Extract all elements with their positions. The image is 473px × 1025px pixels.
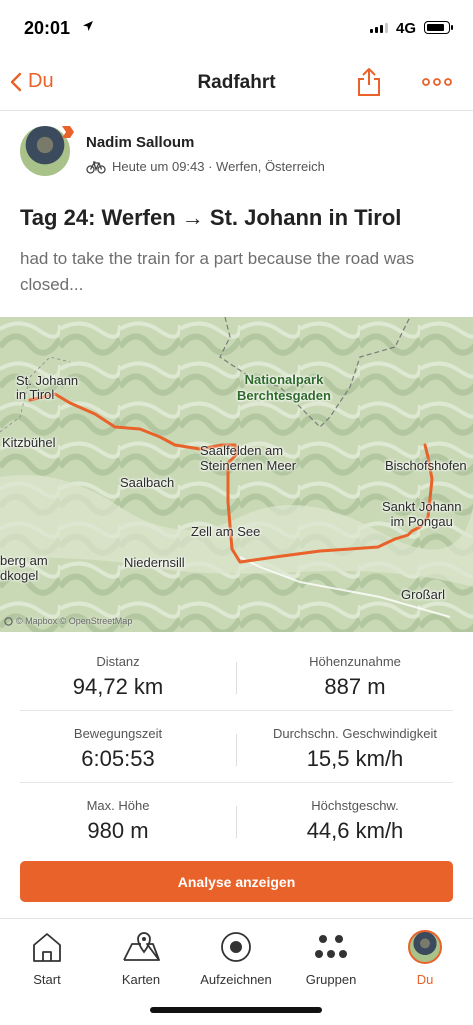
network-type: 4G (396, 20, 417, 37)
tab-label: Aufzeichnen (200, 972, 272, 987)
tab-start[interactable]: Start (0, 927, 94, 987)
location-arrow-icon (83, 21, 93, 31)
map-attribution[interactable]: © Mapbox © OpenStreetMap (4, 616, 132, 626)
tab-label: Du (416, 972, 434, 987)
map-attribution-text: © Mapbox © OpenStreetMap (16, 616, 133, 626)
stat-avg-speed: Durchschn. Geschwindigkeit 15,5 km/h (237, 726, 473, 772)
avatar[interactable] (20, 126, 74, 176)
tab-du[interactable]: Du (378, 927, 472, 987)
map-label-niedernsill: Niedernsill (124, 555, 185, 570)
record-icon (221, 932, 251, 962)
divider (20, 782, 453, 783)
status-bar: 20:01 4G (0, 0, 473, 56)
home-indicator (150, 1007, 322, 1013)
athlete-name[interactable]: Nadim Salloum (86, 134, 194, 151)
groups-icon (315, 935, 347, 958)
stat-moving-time: Bewegungszeit 6:05:53 (0, 726, 236, 772)
strava-badge-icon (62, 126, 74, 138)
map-label-saalfelden: Saalfelden am Steinernen Meer (200, 443, 297, 473)
stat-value: 6:05:53 (81, 746, 155, 771)
bike-icon (86, 160, 106, 174)
map-icon (123, 932, 160, 961)
tab-label: Karten (121, 972, 161, 987)
map-terrain (0, 317, 473, 632)
nav-bar: Du Radfahrt (0, 56, 473, 111)
page-title: Radfahrt (197, 72, 276, 93)
map-label-zell-am-see: Zell am See (191, 524, 261, 539)
signal-icon (370, 23, 388, 33)
stat-value: 15,5 km/h (306, 746, 404, 771)
activity-description: had to take the train for a part because… (20, 249, 415, 294)
athlete-header: Nadim Salloum Heute um 09:43 · Werfen, Ö… (20, 126, 460, 186)
home-icon (33, 933, 61, 962)
tab-label: Start (33, 972, 61, 987)
map-label-kitzbuehel: Kitzbühel (2, 435, 56, 450)
divider (20, 710, 453, 711)
activity-title: Tag 24: Werfen → St. Johann in Tirol (20, 205, 402, 230)
map-label-sankt-johann-pongau: Sankt Johann im Pongau (382, 499, 462, 529)
map-label-nationalpark: Nationalpark Berchtesgaden (237, 372, 331, 403)
tab-label: Gruppen (305, 972, 357, 987)
stat-max-speed: Höchstgeschw. 44,6 km/h (237, 798, 473, 844)
avatar-icon (408, 930, 442, 964)
stat-label: Durchschn. Geschwindigkeit (272, 726, 438, 741)
stat-label: Höhenzunahme (309, 654, 401, 669)
activity-meta-text: Heute um 09:43 · Werfen, Österreich (112, 159, 325, 174)
mapbox-logo-icon (4, 616, 13, 626)
analyze-button[interactable]: Analyse anzeigen (20, 861, 453, 902)
map-label-st-johann-tirol: St. Johann in Tirol (16, 373, 79, 402)
map-label-bischofshofen: Bischofshofen (385, 458, 467, 473)
stat-max-elevation: Max. Höhe 980 m (0, 798, 236, 844)
route-map[interactable]: St. Johann in Tirol Kitzbühel Nationalpar… (0, 317, 473, 632)
stat-label: Bewegungszeit (73, 726, 163, 741)
stat-value: 44,6 km/h (306, 818, 404, 843)
stat-value: 94,72 km (72, 674, 164, 699)
tab-gruppen[interactable]: Gruppen (284, 927, 378, 987)
stat-distance: Distanz 94,72 km (0, 654, 236, 700)
map-label-saalbach: Saalbach (120, 475, 175, 490)
battery-icon (424, 21, 453, 34)
activity-meta: Heute um 09:43 · Werfen, Österreich (86, 159, 325, 174)
share-icon[interactable] (356, 67, 382, 97)
stat-label: Höchstgeschw. (311, 798, 399, 813)
stat-elevation-gain: Höhenzunahme 887 m (237, 654, 473, 700)
stat-value: 887 m (324, 674, 386, 699)
more-icon[interactable] (422, 72, 452, 92)
tab-karten[interactable]: Karten (94, 927, 188, 987)
map-label-berg-am-kogel: berg am dkogel (0, 553, 48, 583)
tab-aufzeichnen[interactable]: Aufzeichnen (189, 927, 283, 987)
stat-label: Max. Höhe (86, 798, 150, 813)
map-label-grossarl: Großarl (401, 587, 446, 602)
clock: 20:01 (24, 18, 71, 38)
stat-value: 980 m (87, 818, 149, 843)
stat-label: Distanz (96, 654, 140, 669)
